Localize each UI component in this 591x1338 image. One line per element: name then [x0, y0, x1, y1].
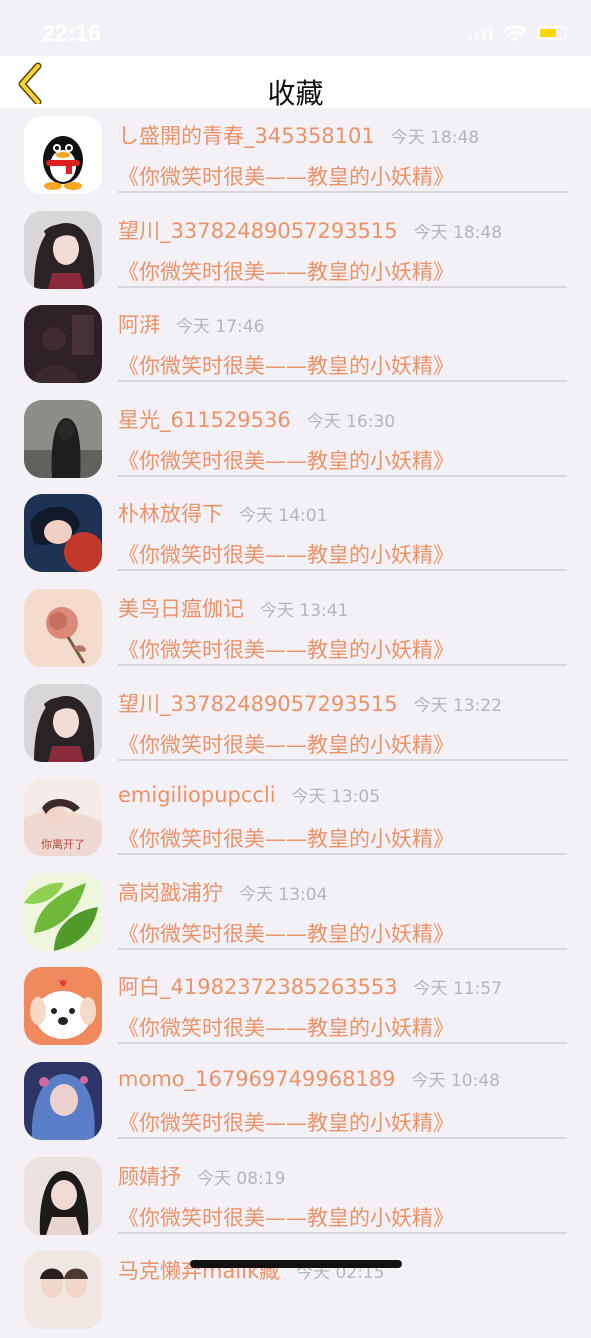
nav-bar: 收藏: [0, 56, 591, 110]
divider: [118, 1136, 567, 1139]
status-time: 22:16: [42, 20, 101, 46]
item-header: 阿白_41982372385263553 今天 11:57: [118, 971, 502, 1001]
favorite-book-title[interactable]: 《你微笑时很美——教皇的小妖精》: [118, 161, 454, 191]
user-name[interactable]: 高岗戤浦狞: [118, 877, 223, 907]
avatar[interactable]: [24, 588, 102, 667]
avatar-caption: 你离开了: [41, 837, 85, 851]
user-name[interactable]: 阿湃: [118, 309, 160, 339]
list-item[interactable]: 望川_33782489057293515 今天 18:48 《你微笑时很美——教皇的…: [0, 203, 591, 298]
divider: [118, 1042, 567, 1045]
favorite-book-title[interactable]: 《你微笑时很美——教皇的小妖精》: [118, 445, 454, 475]
favorite-book-title[interactable]: 《你微笑时很美——教皇的小妖精》: [118, 1202, 454, 1232]
divider: [118, 285, 567, 288]
home-indicator[interactable]: [190, 1260, 402, 1268]
avatar[interactable]: [24, 210, 102, 289]
favorite-book-title[interactable]: 《你微笑时很美——教皇的小妖精》: [118, 1012, 454, 1042]
battery-icon: [537, 26, 567, 40]
avatar[interactable]: [24, 305, 102, 384]
item-header: momo_167969749968189 今天 10:48: [118, 1066, 500, 1091]
divider: [118, 380, 567, 383]
favorite-book-title[interactable]: 《你微笑时很美——教皇的小妖精》: [118, 350, 454, 380]
list-item[interactable]: 高岗戤浦狞 今天 13:04 《你微笑时很美——教皇的小妖精》: [0, 865, 591, 960]
list-item[interactable]: 望川_33782489057293515 今天 13:22 《你微笑时很美——教皇的…: [0, 676, 591, 771]
avatar[interactable]: [24, 399, 102, 478]
divider: [118, 947, 567, 950]
avatar[interactable]: [24, 1156, 102, 1235]
item-header: 星光_611529536 今天 16:30: [118, 404, 395, 434]
list-item[interactable]: 阿白_41982372385263553 今天 11:57 《你微笑时很美——教皇的…: [0, 959, 591, 1054]
timestamp: 今天 10:48: [411, 1070, 500, 1091]
timestamp: 今天 17:46: [176, 317, 265, 338]
timestamp: 今天 13:22: [413, 695, 503, 716]
favorite-book-title[interactable]: 《你微笑时很美——教皇的小妖精》: [118, 256, 454, 286]
favorites-list: し盛開的青春_345358101 今天 18:48 《你微笑时很美——教皇的小妖精》…: [0, 108, 591, 1338]
avatar[interactable]: [24, 967, 102, 1046]
divider: [118, 663, 567, 666]
timestamp: 今天 13:04: [239, 884, 328, 905]
timestamp: 今天 14:01: [239, 506, 328, 527]
list-item[interactable]: し盛開的青春_345358101 今天 18:48 《你微笑时很美——教皇的小妖精》: [0, 108, 591, 203]
user-name[interactable]: 星光_611529536: [118, 404, 291, 434]
favorite-book-title[interactable]: 《你微笑时很美——教皇的小妖精》: [118, 729, 454, 759]
list-item[interactable]: 你离开了 emigiliopupccli 今天 13:05 《你微笑时很美——教皇的小…: [0, 770, 591, 865]
list-item[interactable]: momo_167969749968189 今天 10:48 《你微笑时很美——教皇的…: [0, 1054, 591, 1149]
favorite-book-title[interactable]: 《你微笑时很美——教皇的小妖精》: [118, 634, 454, 664]
item-header: 高岗戤浦狞 今天 13:04: [118, 877, 327, 907]
favorite-book-title[interactable]: 《你微笑时很美——教皇的小妖精》: [118, 539, 454, 569]
list-item[interactable]: 阿湃 今天 17:46 《你微笑时很美——教皇的小妖精》: [0, 297, 591, 392]
item-header: 望川_33782489057293515 今天 18:48: [118, 215, 502, 245]
status-icons: [468, 24, 567, 42]
item-header: emigiliopupccli 今天 13:05: [118, 782, 380, 807]
avatar[interactable]: [24, 1061, 102, 1140]
user-name[interactable]: 朴林放得下: [118, 498, 223, 528]
wifi-icon: [503, 25, 527, 41]
user-name[interactable]: 望川_33782489057293515: [118, 215, 398, 245]
timestamp: 今天 18:48: [390, 128, 480, 148]
item-header: 朴林放得下 今天 14:01: [118, 498, 327, 528]
item-header: 阿湃 今天 17:46: [118, 309, 264, 339]
user-name[interactable]: 美鸟日瘟伽记: [118, 593, 244, 623]
avatar[interactable]: 你离开了: [24, 778, 102, 857]
timestamp: 今天 16:30: [306, 411, 396, 432]
avatar[interactable]: [24, 683, 102, 762]
user-name[interactable]: 阿白_41982372385263553: [118, 971, 398, 1001]
list-item[interactable]: 美鸟日瘟伽记 今天 13:41 《你微笑时很美——教皇的小妖精》: [0, 581, 591, 676]
divider: [118, 1231, 567, 1234]
item-header: 美鸟日瘟伽记 今天 13:41: [118, 593, 348, 623]
avatar[interactable]: [24, 872, 102, 951]
list-item[interactable]: 顾婧抒 今天 08:19 《你微笑时很美——教皇的小妖精》: [0, 1149, 591, 1244]
avatar[interactable]: [24, 494, 102, 573]
user-name[interactable]: momo_167969749968189: [118, 1067, 396, 1091]
avatar[interactable]: [24, 1251, 102, 1330]
status-bar: 22:16: [0, 0, 591, 56]
user-name[interactable]: 顾婧抒: [118, 1161, 181, 1191]
item-header: 顾婧抒 今天 08:19: [118, 1161, 285, 1191]
user-name[interactable]: 望川_33782489057293515: [118, 688, 398, 718]
signal-icon: [468, 25, 493, 41]
divider: [118, 191, 567, 193]
list-item[interactable]: 星光_611529536 今天 16:30 《你微笑时很美——教皇的小妖精》: [0, 392, 591, 487]
user-name[interactable]: emigiliopupccli: [118, 783, 276, 807]
timestamp: 今天 18:48: [413, 222, 503, 243]
item-header: し盛開的青春_345358101 今天 18:48: [118, 120, 479, 150]
list-item[interactable]: 朴林放得下 今天 14:01 《你微笑时很美——教皇的小妖精》: [0, 486, 591, 581]
favorite-book-title[interactable]: 《你微笑时很美——教皇的小妖精》: [118, 1107, 454, 1137]
avatar[interactable]: [24, 116, 102, 194]
favorite-book-title[interactable]: 《你微笑时很美——教皇的小妖精》: [118, 823, 454, 853]
divider: [118, 569, 567, 572]
timestamp: 今天 08:19: [197, 1168, 286, 1189]
divider: [118, 853, 567, 856]
item-header: 望川_33782489057293515 今天 13:22: [118, 688, 502, 718]
timestamp: 今天 13:05: [291, 787, 381, 808]
page-title: 收藏: [267, 77, 324, 110]
user-name[interactable]: し盛開的青春_345358101: [118, 120, 375, 150]
divider: [118, 758, 567, 761]
timestamp: 今天 11:57: [413, 979, 503, 1000]
timestamp: 今天 13:41: [260, 600, 349, 621]
divider: [118, 474, 567, 477]
favorite-book-title[interactable]: 《你微笑时很美——教皇的小妖精》: [118, 918, 454, 948]
list-item[interactable]: 马克懒弃malik藏 今天 02:15: [0, 1243, 591, 1338]
